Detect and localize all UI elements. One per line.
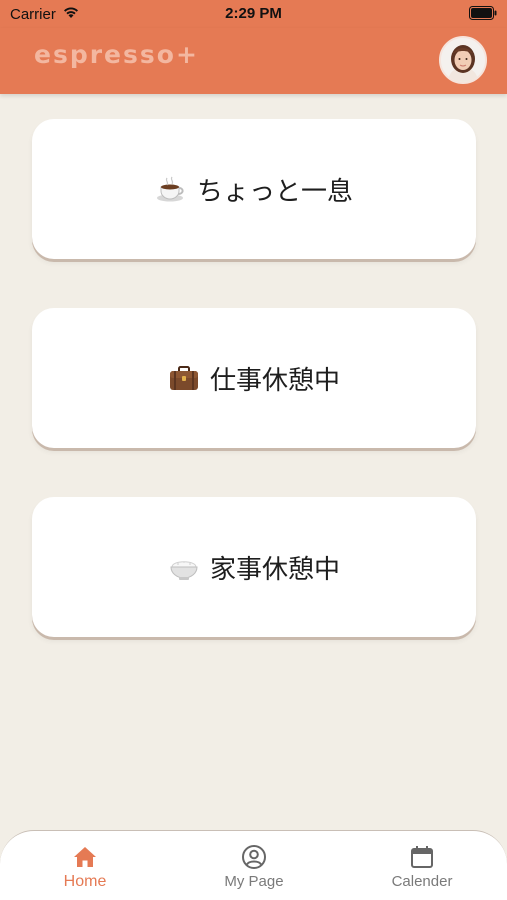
tab-label: My Page xyxy=(224,873,284,890)
tab-my-page[interactable]: My Page xyxy=(194,831,314,900)
status-bar: Carrier 2:29 PM xyxy=(0,0,507,28)
rice-bowl-icon xyxy=(170,561,198,580)
tab-home[interactable]: Home xyxy=(25,831,145,900)
break-card-work[interactable]: 仕事休憩中 xyxy=(32,308,476,448)
tab-label: Calender xyxy=(391,873,453,890)
status-time: 2:29 PM xyxy=(225,5,282,22)
battery-icon xyxy=(469,6,497,20)
user-circle-icon xyxy=(242,845,266,869)
break-card-short-rest[interactable]: ちょっと一息 xyxy=(32,119,476,259)
briefcase-icon xyxy=(169,366,198,390)
card-label: ちょっと一息 xyxy=(196,176,353,207)
card-label: 仕事休憩中 xyxy=(209,365,340,396)
card-label: 家事休憩中 xyxy=(209,554,340,585)
home-icon xyxy=(74,847,96,867)
avatar[interactable] xyxy=(439,36,487,84)
tab-bar: Home My Page Calender xyxy=(0,830,507,900)
coffee-cup-icon xyxy=(156,176,184,202)
profile-photo-icon xyxy=(441,38,485,82)
tab-label: Home xyxy=(63,873,107,890)
app-header: espresso+ xyxy=(0,28,507,94)
break-card-housework[interactable]: 家事休憩中 xyxy=(32,497,476,637)
app-logo: espresso+ xyxy=(34,40,199,69)
tab-calendar[interactable]: Calender xyxy=(362,831,482,900)
calendar-icon xyxy=(411,846,433,868)
